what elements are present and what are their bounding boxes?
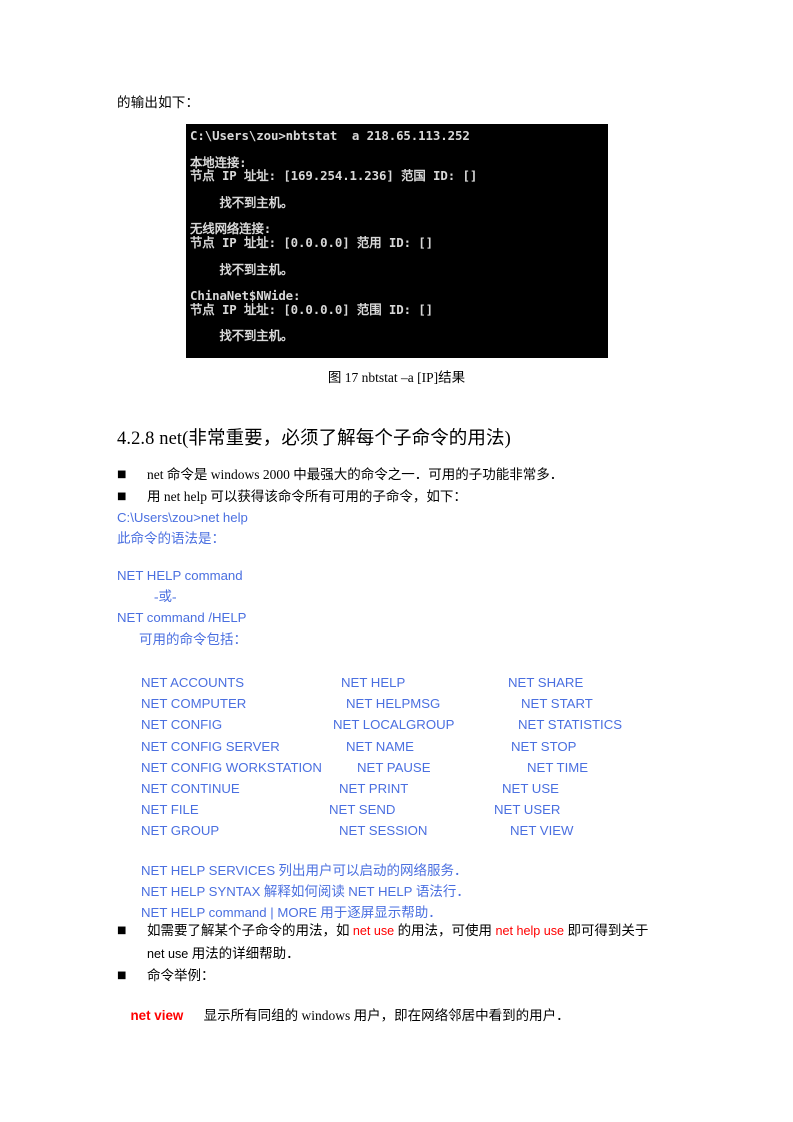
document-page: 的输出如下： C:\Users\zou>nbtstat a 218.65.113… — [0, 0, 793, 1122]
table-row: NET CONFIG WORKSTATION NET PAUSE NET TIME — [141, 757, 661, 778]
square-bullet-icon: ■ — [117, 469, 127, 480]
terminal-screenshot: C:\Users\zou>nbtstat a 218.65.113.252 本地连… — [186, 124, 608, 358]
terminal-line: ChinaNet$NWide: — [190, 288, 301, 304]
terminal-line: 节点 IP 址址: [0.0.0.0] 范用 ID: [] — [190, 234, 434, 250]
command-name: NET CONFIG WORKSTATION — [141, 759, 322, 775]
command-name: NET ACCOUNTS — [141, 675, 245, 690]
help-topic-line: NET HELP SERVICES 列出用户可以启动的网络服务． — [141, 860, 701, 881]
figure-caption: 图 17 nbtstat –a [IP]结果 — [327, 370, 466, 385]
console-prompt-line: C:\Users\zou>net help — [117, 510, 248, 525]
table-row: NET ACCOUNTS NET HELP NET SHARE — [141, 672, 661, 693]
list-item: ■ net 命令是 windows 2000 中最强大的命令之一．可用的子功能非… — [117, 464, 717, 486]
command-name: NET CONFIG SERVER — [141, 738, 280, 754]
console-syntax-intro: 此命令的语法是： — [117, 531, 225, 547]
list-item-label: net 命令是 windows 2000 中最强大的命令之一．可用的子功能非常多… — [147, 467, 564, 482]
help-topic-command: NET HELP SYNTAX — [141, 884, 261, 900]
command-name: NET CONFIG — [141, 717, 223, 733]
syntax-line-2: NET command /HELP — [117, 610, 247, 626]
command-name: NET HELPMSG — [346, 696, 441, 712]
help-topic-command: NET HELP command | MORE — [141, 905, 317, 921]
console-output-block: C:\Users\zou>net help 此命令的语法是： — [117, 507, 737, 549]
square-bullet-icon: ■ — [117, 925, 127, 936]
command-list-table: NET ACCOUNTS NET HELP NET SHARE NET COMPUTE… — [141, 672, 661, 842]
table-row: NET FILE NET SEND NET USER — [141, 799, 661, 820]
terminal-line: 节点 IP 址址: [169.254.1.236] 范国 ID: [] — [190, 168, 478, 184]
square-bullet-icon: ■ — [117, 490, 127, 502]
command-name: NET STOP — [511, 738, 577, 754]
command-name: NET LOCALGROUP — [333, 717, 455, 733]
command-name: NET FILE — [141, 802, 199, 818]
tail-bullet-list: ■ 如需要了解某个子命令的用法，如 net use 的用法，可使用 net he… — [117, 920, 727, 987]
syntax-available-label: 可用的命令包括： — [139, 631, 247, 647]
command-name: NET START — [521, 696, 593, 712]
syntax-line-or: -或- — [154, 589, 177, 605]
inline-command-net-use: net use — [352, 924, 395, 938]
help-topic-command: NET HELP SERVICES — [141, 863, 276, 878]
command-name: NET SESSION — [339, 823, 428, 839]
table-row: NET CONFIG SERVER NET NAME NET STOP — [141, 736, 661, 757]
table-row: NET COMPUTER NET HELPMSG NET START — [141, 693, 661, 714]
command-name: NET NAME — [346, 738, 414, 754]
command-name: NET GROUP — [141, 823, 220, 839]
page-title: 4.2.8 net(非常重要，必须了解每个子命令的用法) — [117, 429, 511, 449]
command-name: NET SEND — [329, 802, 396, 818]
command-name: NET SHARE — [508, 675, 584, 690]
tail-text-line2: 用法的详细帮助． — [188, 945, 300, 961]
help-topic-description: 解释如何阅读 — [260, 884, 349, 900]
command-name: NET USE — [502, 780, 559, 796]
command-name: NET VIEW — [510, 823, 574, 839]
command-name: NET PRINT — [339, 780, 409, 796]
terminal-line: 找不到主机。 — [190, 261, 294, 277]
example-command: net view — [130, 1007, 184, 1023]
terminal-line: 节点 IP 址址: [0.0.0.0] 范围 ID: [] — [190, 301, 434, 317]
intro-text: 的输出如下： — [117, 95, 200, 110]
table-row: NET GROUP NET SESSION NET VIEW — [141, 820, 661, 841]
tail-text-pre: 如需要了解某个子命令的用法，如 — [147, 923, 353, 938]
command-name: NET COMPUTER — [141, 696, 247, 712]
list-item: ■ 如需要了解某个子命令的用法，如 net use 的用法，可使用 net he… — [117, 920, 727, 965]
command-name: NET USER — [494, 802, 561, 818]
inline-command-net-help-use: net help use — [495, 924, 565, 938]
help-topics-block: NET HELP SERVICES 列出用户可以启动的网络服务． NET HELP… — [141, 860, 701, 924]
help-topic-description: 用于逐屏显示帮助． — [316, 905, 442, 921]
help-topic-line: NET HELP SYNTAX 解释如何阅读 NET HELP 语法行． — [141, 881, 701, 902]
tail-text-mid: 的用法，可使用 — [394, 923, 496, 938]
list-item: ■ 用 net help 可以获得该命令所有可用的子命令，如下： — [117, 486, 717, 508]
help-topic-description-tail: 语法行． — [412, 884, 470, 900]
command-name: NET STATISTICS — [518, 717, 623, 733]
tail-text-post: 即可得到关于 — [564, 923, 649, 938]
bullet-list: ■ net 命令是 windows 2000 中最强大的命令之一．可用的子功能非… — [117, 464, 717, 507]
help-topic-description: 列出用户可以启动的网络服务． — [275, 863, 468, 878]
command-name: NET CONTINUE — [141, 780, 240, 796]
list-item-label: 如需要了解某个子命令的用法，如 net use 的用法，可使用 net help… — [147, 920, 727, 965]
inline-command-net-use-2: net use — [147, 946, 189, 961]
terminal-line: C:\Users\zou>nbtstat a 218.65.113.252 — [190, 128, 470, 143]
command-name: NET HELP — [341, 675, 406, 690]
terminal-line: 找不到主机。 — [190, 194, 294, 210]
syntax-block: NET HELP command -或- NET command /HELP 可… — [117, 565, 737, 650]
example-spacer — [183, 1008, 203, 1023]
terminal-line: 找不到主机。 — [190, 328, 294, 344]
terminal-lines: C:\Users\zou>nbtstat a 218.65.113.252 本地连… — [190, 129, 608, 343]
table-row: NET CONTINUE NET PRINT NET USE — [141, 778, 661, 799]
command-name: NET TIME — [527, 759, 589, 775]
table-row: NET CONFIG NET LOCALGROUP NET STATISTICS — [141, 714, 661, 735]
terminal-line: 无线网络连接: — [190, 221, 272, 237]
example-description: 显示所有同组的 windows 用户，即在网络邻居中看到的用户． — [203, 1007, 570, 1023]
help-topic-command-inline: NET HELP — [348, 884, 413, 900]
terminal-line: 本地连接: — [190, 154, 247, 170]
syntax-line-1: NET HELP command — [117, 568, 243, 583]
list-item-label: 用 net help 可以获得该命令所有可用的子命令，如下： — [147, 488, 467, 504]
command-name: NET PAUSE — [357, 759, 431, 775]
example-row: net view 显示所有同组的 windows 用户，即在网络邻居中看到的用户… — [117, 983, 570, 1048]
